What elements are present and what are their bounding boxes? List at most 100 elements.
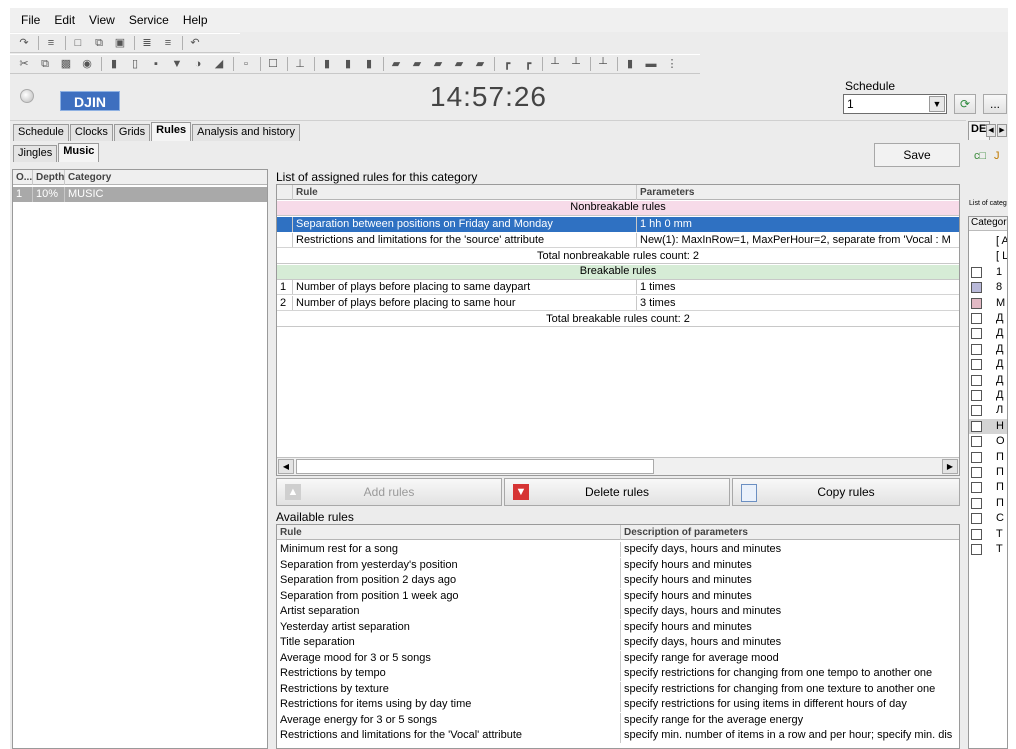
- tool-s-icon[interactable]: ┏: [520, 57, 536, 71]
- redo-icon[interactable]: ↷: [16, 36, 32, 50]
- category-checkbox[interactable]: [971, 343, 982, 355]
- cut-icon[interactable]: ✂: [16, 57, 32, 71]
- scrollbar-thumb[interactable]: [296, 459, 654, 474]
- category-checkbox[interactable]: [971, 451, 982, 463]
- category-tree-item[interactable]: T: [969, 542, 1007, 557]
- tool-y-icon[interactable]: ⋮: [664, 57, 680, 71]
- available-rule-row[interactable]: Restrictions by tempo specify restriction…: [277, 666, 959, 681]
- available-rule-row[interactable]: Average mood for 3 or 5 songs specify ran…: [277, 650, 959, 666]
- tab-rules[interactable]: Rules: [151, 122, 192, 141]
- category-tree-item[interactable]: П: [969, 480, 1007, 495]
- copy-icon[interactable]: ⧉: [37, 57, 53, 71]
- available-rule-row[interactable]: Minimum rest for a song specify days, hou…: [277, 542, 959, 557]
- tab-clocks[interactable]: Clocks: [69, 124, 113, 141]
- tab-schedule[interactable]: Schedule: [13, 124, 69, 141]
- category-checkbox[interactable]: [971, 528, 982, 540]
- page-icon[interactable]: □: [70, 36, 86, 50]
- menu-help[interactable]: Help: [176, 13, 215, 27]
- tool-h-icon[interactable]: ☐: [265, 57, 281, 71]
- refresh-button[interactable]: ⟳: [954, 94, 976, 114]
- category-tree-item[interactable]: Д: [969, 326, 1007, 341]
- available-rule-row[interactable]: Average energy for 3 or 5 songs specify r…: [277, 712, 959, 728]
- more-button[interactable]: ...: [983, 94, 1007, 114]
- available-rule-row[interactable]: Restrictions and limitations for the 'Vo…: [277, 728, 959, 743]
- category-tree-item[interactable]: П: [969, 496, 1007, 511]
- undo-icon[interactable]: ↶: [187, 36, 203, 50]
- category-checkbox[interactable]: [971, 436, 982, 448]
- list-icon[interactable]: ≡: [43, 36, 59, 50]
- col-rule[interactable]: Rule: [293, 185, 637, 200]
- available-rule-row[interactable]: Separation from position 2 days ago speci…: [277, 573, 959, 588]
- schedule-select[interactable]: 1 ▼: [843, 94, 947, 114]
- tab-scroll-left-icon[interactable]: ◀: [986, 124, 996, 137]
- menu-view[interactable]: View: [82, 13, 122, 27]
- tool-r-icon[interactable]: ┏: [499, 57, 515, 71]
- list-delete-icon[interactable]: ≣: [139, 36, 155, 50]
- tool-g-icon[interactable]: ▫: [238, 57, 254, 71]
- category-tree-item[interactable]: 1: [969, 265, 1007, 280]
- category-checkbox[interactable]: [971, 328, 982, 340]
- available-rule-row[interactable]: Separation from yesterday's position spec…: [277, 557, 959, 573]
- delete-rules-button[interactable]: ▼ Delete rules: [504, 478, 730, 506]
- col-parameters[interactable]: Parameters: [637, 185, 959, 200]
- category-checkbox[interactable]: [971, 544, 982, 555]
- tool-f-icon[interactable]: ◢: [211, 57, 227, 71]
- available-rule-row[interactable]: Separation from position 1 week ago speci…: [277, 588, 959, 604]
- tool-u-icon[interactable]: ┴: [568, 57, 584, 71]
- page-edit-icon[interactable]: ▣: [112, 36, 128, 50]
- available-rule-row[interactable]: Restrictions by texture specify restricti…: [277, 681, 959, 697]
- menu-service[interactable]: Service: [122, 13, 176, 27]
- category-checkbox[interactable]: [971, 374, 982, 386]
- col-available-rule[interactable]: Rule: [277, 525, 621, 540]
- color-icon[interactable]: c□: [974, 150, 986, 162]
- table-row[interactable]: Separation between positions on Friday a…: [277, 217, 959, 232]
- tab-music[interactable]: Music: [58, 143, 100, 162]
- add-rules-button[interactable]: ▲ Add rules: [276, 478, 502, 506]
- tool-p-icon[interactable]: ▰: [451, 57, 467, 71]
- find-icon[interactable]: ◉: [79, 57, 95, 71]
- category-tree-item[interactable]: H: [969, 418, 1007, 434]
- col-category[interactable]: Category: [65, 170, 267, 185]
- col-description[interactable]: Description of parameters: [621, 525, 959, 540]
- tool-m-icon[interactable]: ▰: [388, 57, 404, 71]
- category-checkbox[interactable]: [971, 497, 982, 509]
- tool-a-icon[interactable]: ▮: [106, 57, 122, 71]
- tool-k-icon[interactable]: ▮: [340, 57, 356, 71]
- category-tree-item[interactable]: M: [969, 296, 1007, 311]
- category-row[interactable]: 1 10% MUSIC: [13, 187, 267, 202]
- copy-rules-button[interactable]: Copy rules: [732, 478, 960, 506]
- col-order[interactable]: O...: [13, 170, 33, 185]
- category-tree-item[interactable]: C: [969, 511, 1007, 526]
- category-checkbox[interactable]: [971, 282, 982, 294]
- paste-icon[interactable]: ▩: [58, 57, 74, 71]
- category-tree-item[interactable]: 8: [969, 280, 1007, 295]
- tool-i-icon[interactable]: ⊥: [292, 57, 308, 71]
- tool-e-icon[interactable]: ◑: [190, 57, 206, 71]
- available-rule-row[interactable]: Title separation specify days, hours and …: [277, 635, 959, 650]
- category-checkbox[interactable]: [971, 266, 982, 278]
- category-checkbox[interactable]: [971, 420, 982, 432]
- category-checkbox[interactable]: [971, 390, 982, 401]
- table-row[interactable]: Restrictions and limitations for the 'so…: [277, 233, 959, 248]
- tab-jingles[interactable]: Jingles: [13, 145, 58, 162]
- tool-n-icon[interactable]: ▰: [409, 57, 425, 71]
- category-tree-item[interactable]: П: [969, 465, 1007, 480]
- tool-d-icon[interactable]: ▼: [169, 57, 185, 71]
- category-tree-item[interactable]: Д: [969, 357, 1007, 372]
- category-tree-item[interactable]: П: [969, 450, 1007, 465]
- list-add-icon[interactable]: ≡: [160, 36, 176, 50]
- horizontal-scrollbar[interactable]: ◀ ▶: [277, 457, 959, 475]
- j-icon[interactable]: J: [994, 150, 1000, 162]
- tab-grids[interactable]: Grids: [113, 124, 151, 141]
- category-tree-item[interactable]: Д: [969, 342, 1007, 357]
- tool-q-icon[interactable]: ▰: [472, 57, 488, 71]
- category-tree-item[interactable]: Д: [969, 311, 1007, 326]
- category-tree-item[interactable]: Л: [969, 403, 1007, 418]
- menu-edit[interactable]: Edit: [47, 13, 82, 27]
- category-tree-item[interactable]: [ L: [969, 249, 1007, 264]
- save-button[interactable]: Save: [874, 143, 960, 167]
- category-tree-item[interactable]: Д: [969, 373, 1007, 388]
- col-depth[interactable]: Depth: [33, 170, 65, 185]
- tool-t-icon[interactable]: ┴: [547, 57, 563, 71]
- tool-o-icon[interactable]: ▰: [430, 57, 446, 71]
